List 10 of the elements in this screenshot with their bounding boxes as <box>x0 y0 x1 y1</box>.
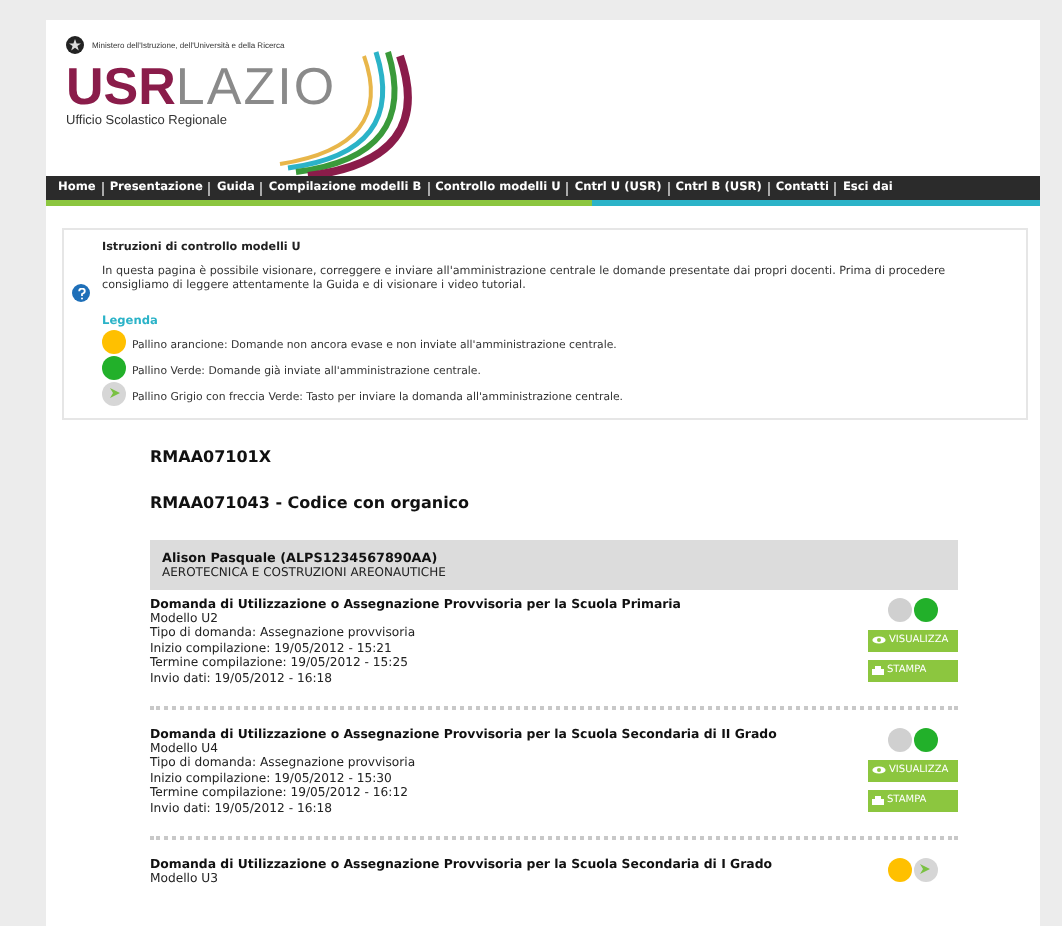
logo-text: USR <box>66 60 176 112</box>
eye-icon <box>871 636 885 645</box>
emblem-icon <box>66 36 84 54</box>
logo-text: LAZIO <box>175 60 337 112</box>
section-heading: RMAA071043 - Codice con organico <box>150 493 472 512</box>
printer-icon <box>871 665 883 676</box>
help-icon <box>72 284 90 302</box>
printer-icon <box>871 795 883 806</box>
school-code: RMAA07101X <box>150 447 274 466</box>
eye-icon <box>871 766 885 775</box>
